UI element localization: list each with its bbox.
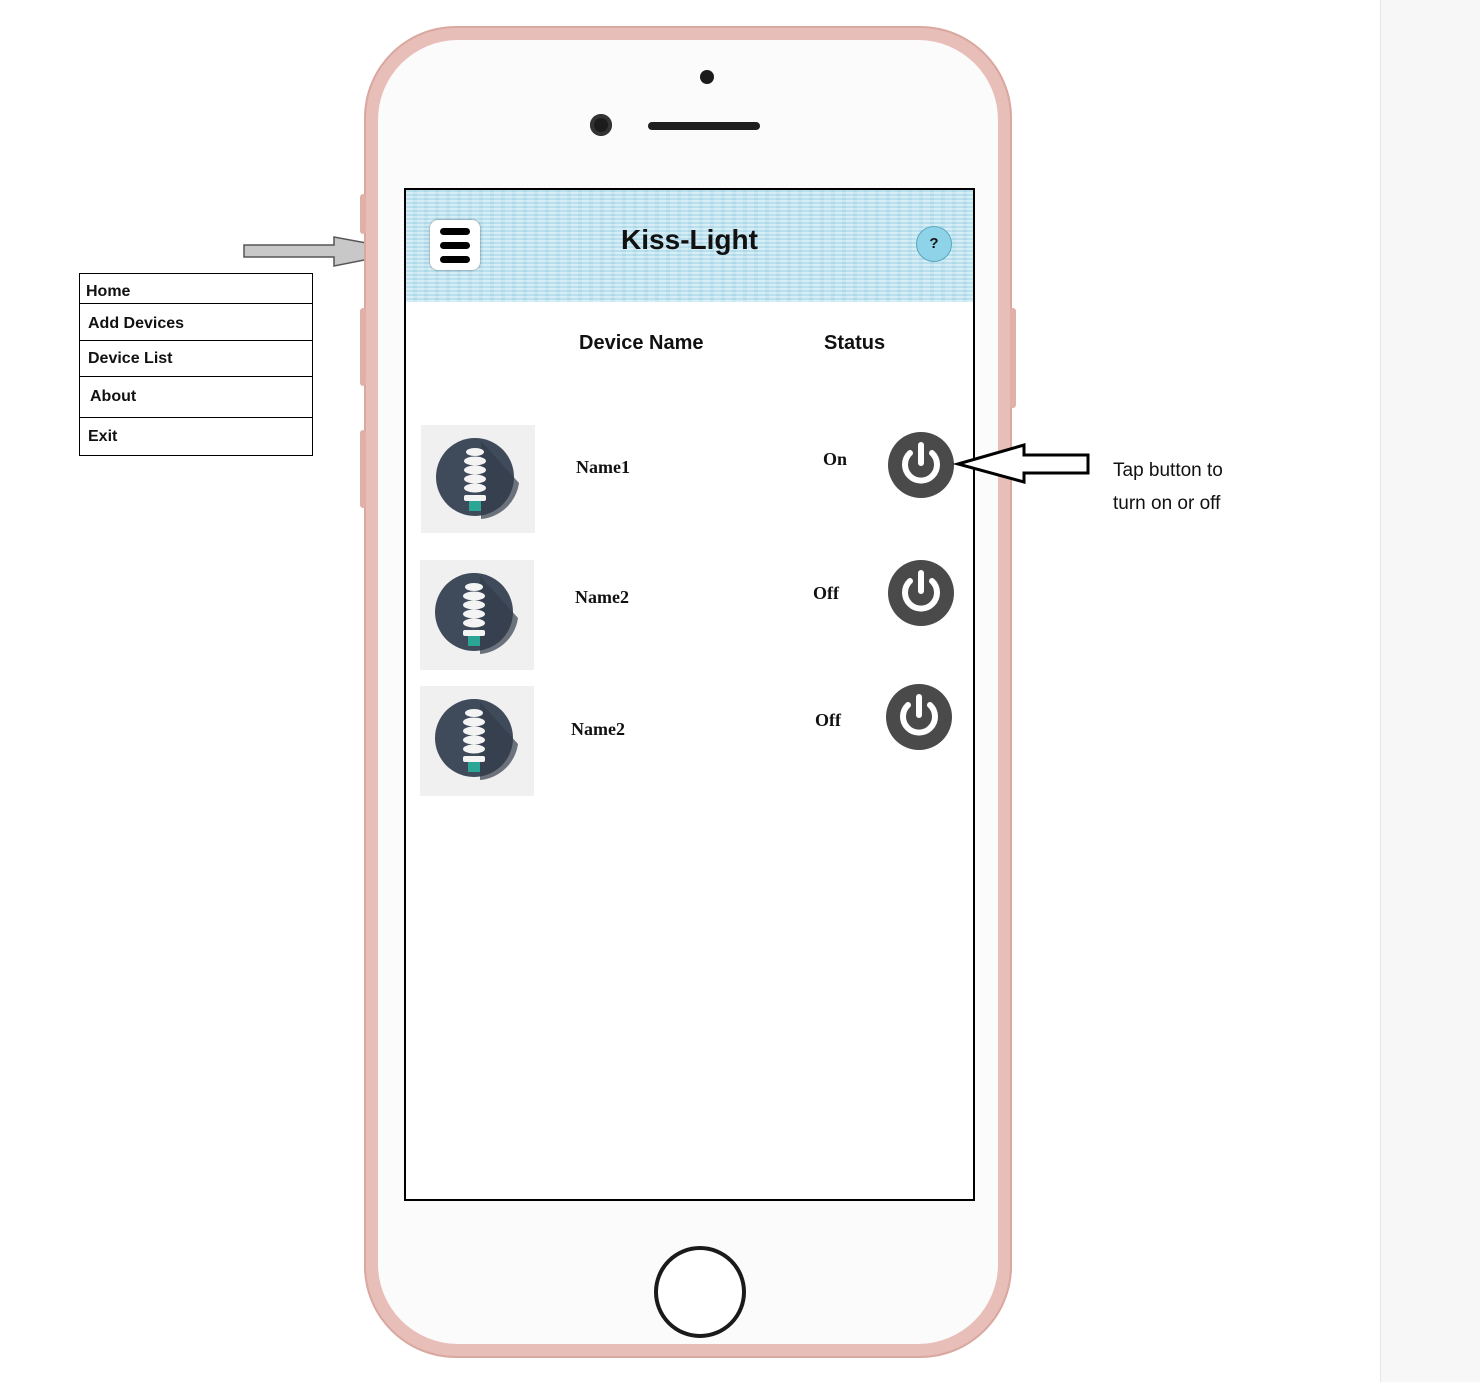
device-name: Name1 xyxy=(576,457,630,477)
device-name: Name2 xyxy=(571,719,625,739)
earpiece-speaker xyxy=(648,122,760,130)
proximity-sensor xyxy=(590,114,612,136)
light-bulb-icon xyxy=(435,573,518,654)
power-side-button xyxy=(1010,308,1016,408)
device-name: Name2 xyxy=(575,587,629,607)
power-icon[interactable] xyxy=(886,684,952,750)
power-hint-annotation: Tap button to turn on or off xyxy=(1113,454,1283,520)
menu-item-device-list[interactable]: Device List xyxy=(80,340,312,377)
front-camera xyxy=(700,70,714,84)
app-screen: Kiss-Light ? Device Name Status Name1 On xyxy=(404,188,975,1201)
menu-item-label: Device List xyxy=(88,350,173,367)
home-button[interactable] xyxy=(654,1246,746,1338)
light-bulb-icon xyxy=(435,699,518,780)
device-thumbnail xyxy=(420,686,534,796)
volume-down-button xyxy=(360,430,366,508)
device-status: On xyxy=(823,449,848,469)
device-thumbnail xyxy=(421,425,535,533)
arrow-left-icon xyxy=(952,443,1090,484)
menu-item-label: Exit xyxy=(88,428,118,445)
power-icon[interactable] xyxy=(888,560,954,626)
menu-item-label: About xyxy=(90,388,137,405)
navigation-menu: Home Add Devices Device List About Exit xyxy=(79,273,313,456)
column-header-status: Status xyxy=(824,332,886,354)
menu-item-label: Add Devices xyxy=(88,315,185,332)
mute-switch xyxy=(360,194,366,234)
power-hint-line: Tap button to xyxy=(1113,460,1223,481)
menu-item-home[interactable]: Home xyxy=(80,273,312,303)
light-bulb-icon xyxy=(436,438,519,519)
device-thumbnail xyxy=(420,560,534,670)
app-header: Kiss-Light ? xyxy=(406,190,973,302)
power-icon[interactable] xyxy=(888,432,954,498)
device-status: Off xyxy=(813,583,839,603)
background-strip xyxy=(1380,0,1480,1382)
volume-up-button xyxy=(360,308,366,386)
menu-item-add-devices[interactable]: Add Devices xyxy=(80,303,312,341)
menu-item-label: Home xyxy=(86,283,131,300)
power-hint-line: turn on or off xyxy=(1113,493,1221,514)
help-button[interactable]: ? xyxy=(916,226,952,262)
column-header-device-name: Device Name xyxy=(579,332,704,354)
device-status: Off xyxy=(815,710,841,730)
menu-item-about[interactable]: About xyxy=(80,376,312,418)
menu-item-exit[interactable]: Exit xyxy=(80,417,312,456)
hamburger-icon xyxy=(440,256,470,263)
app-title: Kiss-Light xyxy=(621,224,758,255)
